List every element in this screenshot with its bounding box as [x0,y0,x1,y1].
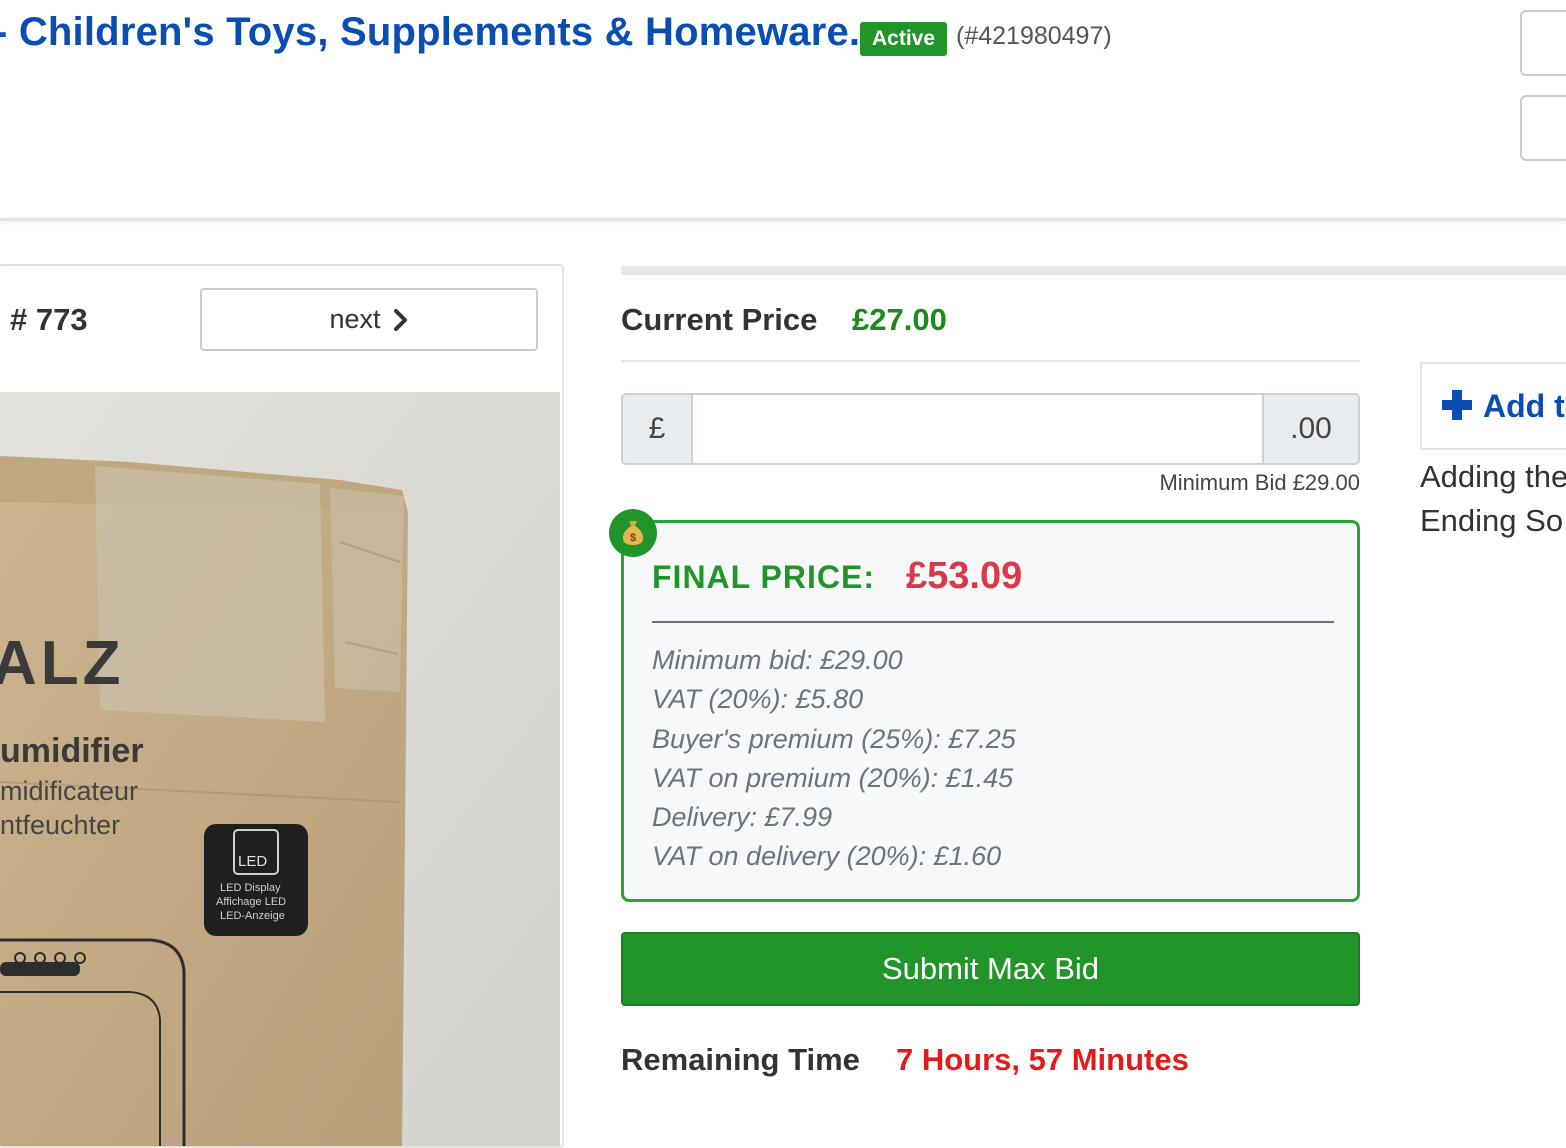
status-badge: Active [860,22,948,56]
box-brand: ALZ [0,629,125,698]
page-header: - Children's Toys, Supplements & Homewar… [0,0,1566,221]
final-price-panel: FINAL PRICE: £53.09 Minimum bid: £29.00 … [621,520,1360,902]
minimum-bid-note: Minimum Bid £29.00 [1159,470,1360,495]
breakdown-item: VAT (20%): £5.80 [652,684,864,715]
product-box-image: ALZ umidifier midificateur ntfeuchter LE… [0,392,560,1146]
submit-max-bid-button[interactable]: Submit Max Bid [621,932,1360,1006]
cents-suffix: .00 [1262,395,1358,463]
box-line2: midificateur [0,776,138,806]
breakdown-item: Minimum bid: £29.00 [652,645,903,675]
led-badge-line1: LED Display [220,882,281,894]
breakdown-item: VAT on premium (20%): £1.45 [652,762,1014,793]
watchlist-note: Adding the Ending So [1420,455,1566,543]
box-line1: umidifier [0,732,144,770]
lot-card: # 773 next ALZ umidifier midificateur nt… [0,264,564,1148]
final-price-divider [652,621,1334,623]
current-price-label: Current Price [621,302,818,337]
auction-id: (#421980497) [956,22,1112,50]
lot-photo[interactable]: ALZ umidifier midificateur ntfeuchter LE… [0,392,560,1146]
box-line3: ntfeuchter [0,810,120,840]
next-label: next [329,304,381,334]
divider [621,360,1360,362]
breakdown-item: Delivery: £7.99 [652,802,833,833]
auction-title[interactable]: - Children's Toys, Supplements & Homewar… [0,10,860,55]
header-action-button-1[interactable] [1520,10,1566,76]
lot-number: # 773 [10,302,88,337]
price-breakdown-list: Minimum bid: £29.00 VAT (20%): £5.80 Buy… [652,641,1016,877]
remaining-time-value: 7 Hours, 57 Minutes [896,1042,1189,1077]
final-price-label: FINAL PRICE: [652,559,875,595]
bid-input-group: £ .00 [621,393,1360,465]
watchlist-note-line1: Adding the [1420,459,1566,494]
breakdown-item: Buyer's premium (25%): £7.25 [652,723,1016,754]
currency-prefix: £ [623,395,693,463]
bidding-top-bar [621,266,1566,275]
header-action-button-2[interactable] [1520,95,1566,161]
remaining-time-label: Remaining Time [621,1042,860,1077]
breakdown-item: VAT on delivery (20%): £1.60 [652,841,1002,872]
plus-icon [1442,390,1472,420]
money-bag-icon: $ [609,509,657,557]
bid-amount-input[interactable] [693,395,1262,463]
chevron-right-icon [393,308,407,331]
watchlist-note-line2: Ending So [1420,503,1564,538]
current-price-value: £27.00 [852,302,947,337]
add-to-watchlist-label[interactable]: Add t [1483,388,1565,425]
next-lot-button[interactable]: next [200,288,538,351]
led-badge-line2: Affichage LED [216,896,286,908]
svg-text:$: $ [630,532,636,544]
led-badge-title: LED [238,853,267,870]
final-price-value: £53.09 [906,555,1023,597]
led-badge-line3: LED-Anzeige [220,910,285,922]
